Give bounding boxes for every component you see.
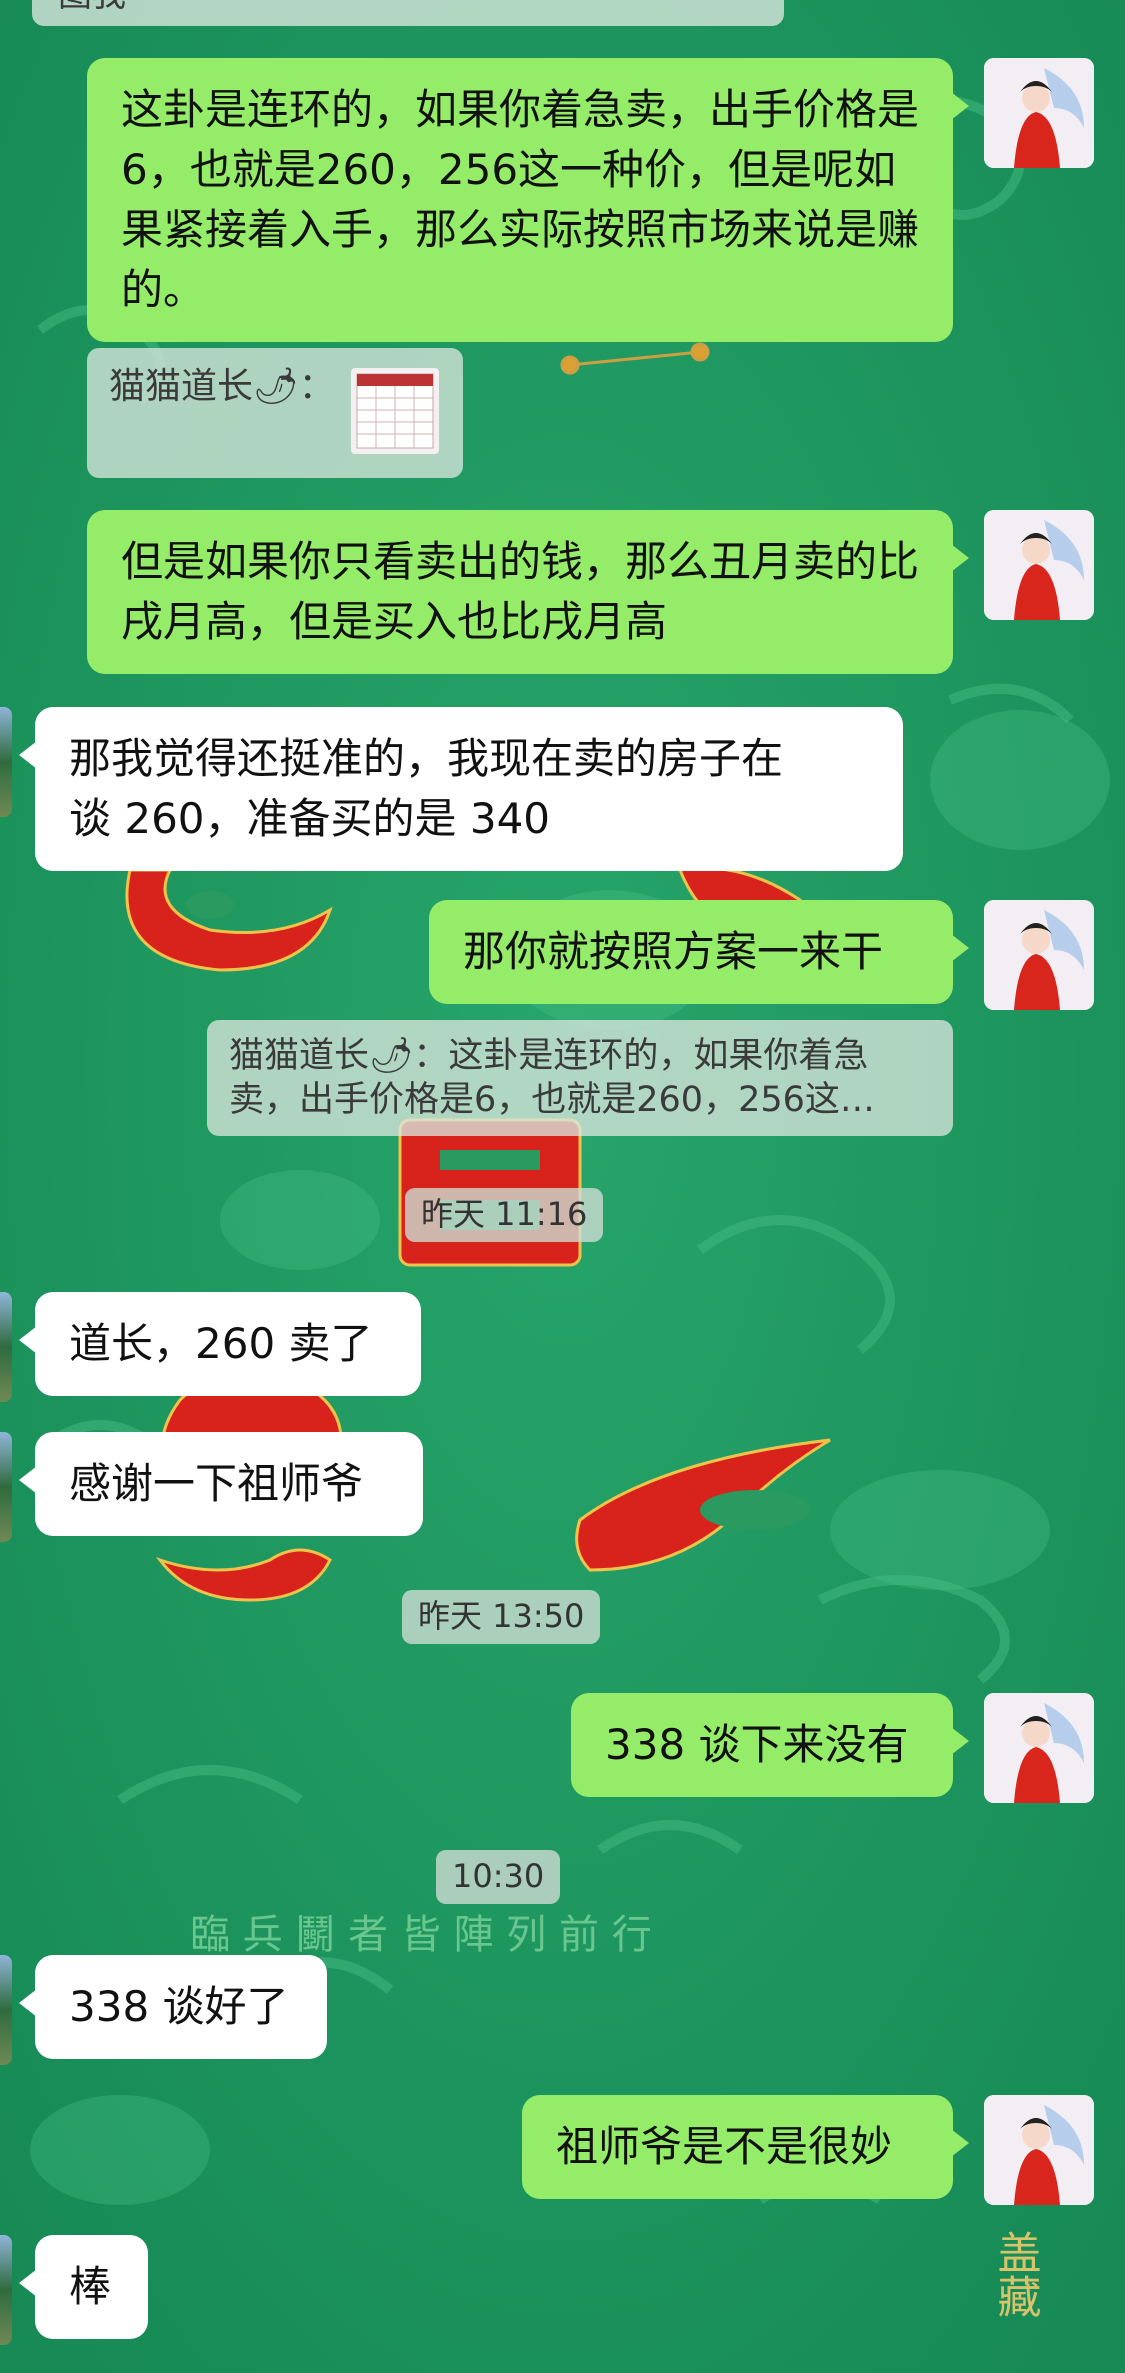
message-bubble-incoming[interactable]: 道长，260 卖了 [19, 1292, 421, 1396]
message-text: 祖师爷是不是很妙 [556, 2122, 893, 2171]
message-bubble-outgoing[interactable]: 那你就按照方案一来干 [429, 900, 969, 1004]
timestamp: 昨天 11:16 [405, 1188, 604, 1242]
timestamp: 昨天 13:50 [402, 1590, 601, 1644]
my-avatar[interactable] [984, 900, 1094, 1010]
message-text-line: 谈 260，准备买的是 340 [69, 794, 551, 843]
message-bubble-incoming[interactable]: 那我觉得还挺准的，我现在卖的房子在 谈 260，准备买的是 340 [19, 707, 903, 871]
quote-sender-label: 猫猫道长🌶： [109, 366, 335, 407]
message-bubble-outgoing[interactable]: 这卦是连环的，如果你着急卖，出手价格是6，也就是260，256这一种价，但是呢如… [87, 58, 969, 342]
contact-avatar-partial[interactable] [0, 707, 12, 817]
avatar-portrait-icon [984, 510, 1094, 620]
my-avatar[interactable] [984, 58, 1094, 168]
avatar-portrait-icon [984, 900, 1094, 1010]
avatar-portrait-icon [984, 1693, 1094, 1803]
message-text: 感谢一下祖师爷 [69, 1459, 364, 1508]
quote-line: 卖，出手价格是6，也就是260，256这… [229, 1080, 875, 1120]
message-bubble-outgoing[interactable]: 338 谈下来没有 [571, 1693, 969, 1797]
message-text: 338 谈下来没有 [605, 1720, 909, 1769]
avatar-portrait-icon [984, 58, 1094, 168]
contact-avatar-partial[interactable] [0, 2235, 12, 2345]
message-bubble-incoming[interactable]: 棒 [19, 2235, 148, 2339]
quote-line: 猫猫道长🌶：这卦是连环的，如果你着急 [229, 1036, 869, 1076]
my-avatar[interactable] [984, 2095, 1094, 2205]
quoted-message-card[interactable]: 猫猫道长🌶：这卦是连环的，如果你着急 卖，出手价格是6，也就是260，256这… [207, 1020, 953, 1136]
message-text-line: 那我觉得还挺准的，我现在卖的房子在 [69, 734, 784, 783]
partial-quote-top[interactable]: 图我 [32, 0, 784, 26]
message-text: 这卦是连环的，如果你着急卖，出手价格是6，也就是260，256这一种价，但是呢如… [121, 85, 920, 314]
message-text: 338 谈好了 [69, 1982, 289, 2031]
background-motto: 臨 兵 鬭 者 皆 陣 列 前 行 [190, 1912, 652, 1958]
contact-avatar-partial[interactable] [0, 1955, 12, 2065]
partial-quote-text: 图我 [58, 0, 126, 15]
message-text: 道长，260 卖了 [69, 1319, 373, 1368]
background-corner-text: 盖藏 [990, 2230, 1041, 2318]
message-bubble-incoming[interactable]: 感谢一下祖师爷 [19, 1432, 423, 1536]
timestamp: 10:30 [436, 1850, 561, 1904]
avatar-portrait-icon [984, 2095, 1094, 2205]
thumbnail-image[interactable] [351, 368, 439, 454]
my-avatar[interactable] [984, 510, 1094, 620]
message-bubble-incoming[interactable]: 338 谈好了 [19, 1955, 327, 2059]
message-bubble-outgoing[interactable]: 祖师爷是不是很妙 [522, 2095, 969, 2199]
contact-avatar-partial[interactable] [0, 1292, 12, 1402]
contact-avatar-partial[interactable] [0, 1432, 12, 1542]
message-text: 但是如果你只看卖出的钱，那么丑月卖的比戌月高，但是买入也比戌月高 [121, 537, 920, 646]
message-text: 那你就按照方案一来干 [463, 927, 884, 976]
quoted-image-card[interactable]: 猫猫道长🌶： [87, 348, 463, 478]
my-avatar[interactable] [984, 1693, 1094, 1803]
message-text: 棒 [69, 2262, 112, 2311]
calendar-table-icon [356, 373, 434, 449]
message-bubble-outgoing[interactable]: 但是如果你只看卖出的钱，那么丑月卖的比戌月高，但是买入也比戌月高 [87, 510, 969, 674]
